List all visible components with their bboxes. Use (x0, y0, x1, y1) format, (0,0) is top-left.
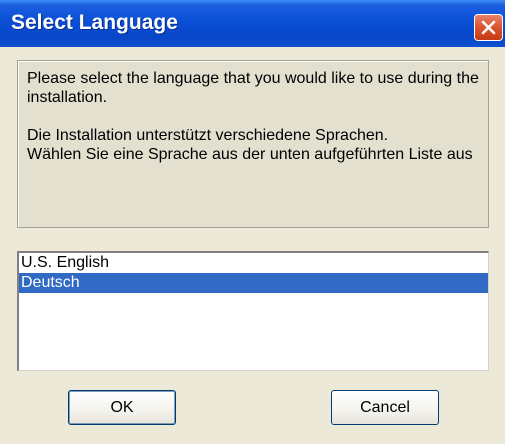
instruction-german-line-2: Wählen Sie eine Sprache aus der unten au… (27, 146, 473, 163)
ok-button[interactable]: OK (68, 390, 176, 425)
language-option-us-english[interactable]: U.S. English (19, 253, 488, 273)
instruction-english: Please select the language that you woul… (27, 70, 479, 106)
close-icon (481, 20, 496, 35)
language-list[interactable]: U.S. English Deutsch (17, 251, 489, 371)
close-button[interactable] (474, 14, 503, 41)
instruction-german-line-1: Die Installation unterstützt verschieden… (27, 127, 389, 144)
window-title: Select Language (11, 11, 178, 34)
select-language-dialog: Select Language Please select the langua… (0, 0, 505, 444)
instruction-panel: Please select the language that you woul… (17, 60, 489, 228)
language-option-deutsch[interactable]: Deutsch (19, 273, 488, 293)
cancel-button[interactable]: Cancel (331, 390, 439, 425)
title-bar[interactable]: Select Language (0, 0, 505, 47)
